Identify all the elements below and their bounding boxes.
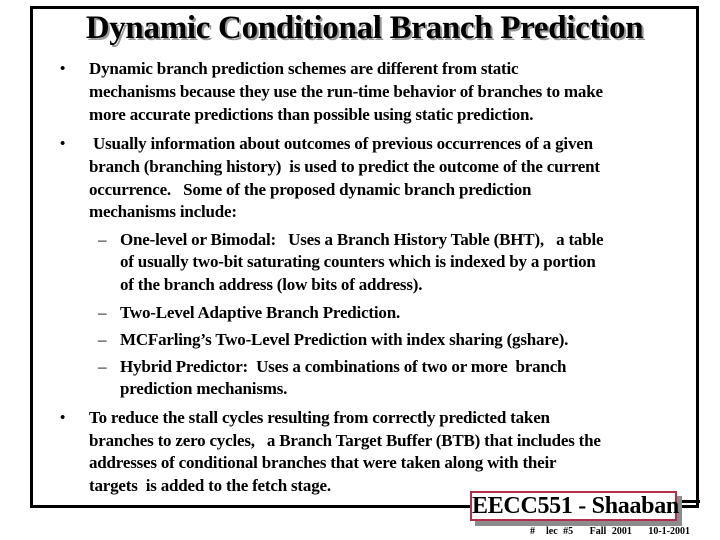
bullet-2-line-1: Usually information about outcomes of pr… [89,134,593,153]
sub-item-marker: – [98,303,107,322]
bullet-marker: • [60,61,66,77]
sub-item-marker: – [98,230,107,249]
bullet-2-line-4: mechanisms include: [89,202,237,221]
sub-item-1-line-2: of usually two-bit saturating counters w… [120,252,596,271]
slide-content: • Dynamic branch prediction schemes are … [0,0,720,540]
bullet-1-line-1: Dynamic branch prediction schemes are di… [89,59,519,78]
bullet-3-line-3: addresses of conditional branches that w… [89,453,557,472]
bullet-2-line-3: occurrence. Some of the proposed dynamic… [89,180,532,199]
bullet-marker: • [60,410,66,426]
bullet-3-line-1: To reduce the stall cycles resulting fro… [89,408,550,427]
course-label: EECC551 - Shaaban [470,491,679,521]
bullet-marker: • [60,136,66,152]
bullet-2-line-2: branch (branching history) is used to pr… [89,157,600,176]
sub-item-1-line-1: One-level or Bimodal: Uses a Branch Hist… [120,230,604,249]
bullet-1-line-3: more accurate predictions than possible … [89,105,534,124]
slide-footer: # lec #5 Fall 2001 10-1-2001 [530,526,690,537]
sub-item-1-line-3: of the branch address (low bits of addre… [120,275,423,294]
bullet-3-line-4: targets is added to the fetch stage. [89,476,331,495]
bullet-3-line-2: branches to zero cycles, a Branch Target… [89,431,601,450]
sub-item-marker: – [98,330,107,349]
sub-item-3-line-1: MCFarling’s Two-Level Prediction with in… [120,330,569,349]
sub-item-marker: – [98,357,107,376]
label-connector-left [446,506,470,508]
label-connector-right [682,500,700,503]
sub-item-4-line-2: prediction mechanisms. [120,379,288,398]
bullet-1-line-2: mechanisms because they use the run-time… [89,82,603,101]
sub-item-2-line-1: Two-Level Adaptive Branch Prediction. [120,303,401,322]
sub-item-4-line-1: Hybrid Predictor: Uses a combinations of… [120,357,567,376]
